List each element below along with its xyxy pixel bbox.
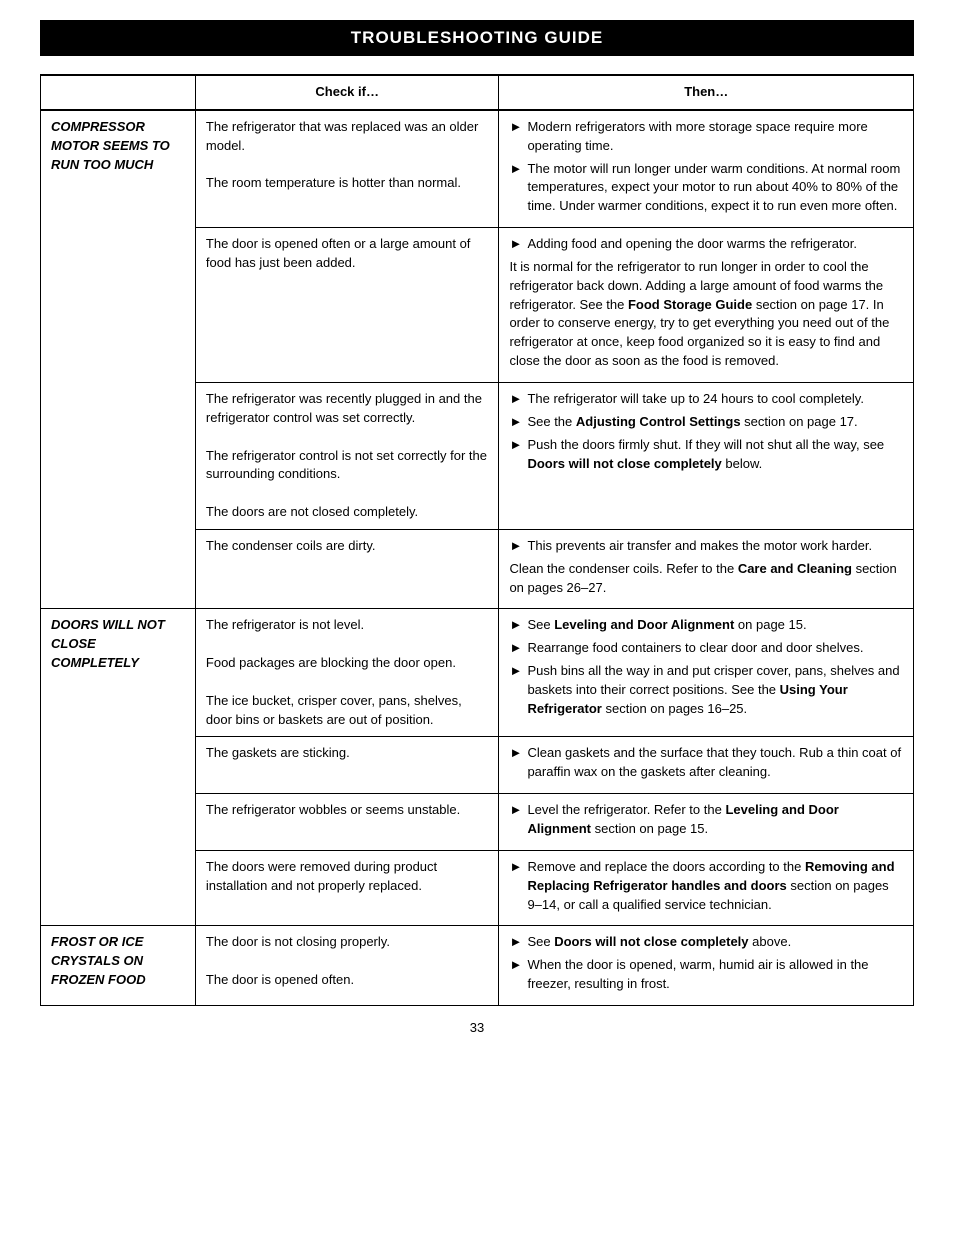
bullet-arrow: ►: [509, 436, 523, 455]
bullet-arrow: ►: [509, 801, 523, 820]
col-check-header: Check if…: [195, 75, 499, 110]
then-item: ►Rearrange food containers to clear door…: [509, 639, 903, 658]
check-cell: The refrigerator that was replaced was a…: [195, 110, 499, 228]
then-cell: ►Clean gaskets and the surface that they…: [499, 737, 914, 794]
then-text: Remove and replace the doors according t…: [527, 858, 903, 915]
bullet-arrow: ►: [509, 639, 523, 658]
check-cell: The refrigerator wobbles or seems unstab…: [195, 794, 499, 851]
check-cell: The door is not closing properly.The doo…: [195, 926, 499, 1006]
then-text: See the Adjusting Control Settings secti…: [527, 413, 903, 432]
then-item: ►The refrigerator will take up to 24 hou…: [509, 390, 903, 409]
then-item: ►Push the doors firmly shut. If they wil…: [509, 436, 903, 474]
check-cell: The doors were removed during product in…: [195, 850, 499, 926]
then-cell: ►The refrigerator will take up to 24 hou…: [499, 382, 914, 529]
then-item: ►This prevents air transfer and makes th…: [509, 537, 903, 556]
then-item: ►Remove and replace the doors according …: [509, 858, 903, 915]
bullet-arrow: ►: [509, 118, 523, 137]
then-cell: ►Adding food and opening the door warms …: [499, 228, 914, 383]
page-title: TROUBLESHOOTING GUIDE: [40, 20, 914, 56]
table-row: COMPRESSOR MOTOR SEEMS TO RUN TOO MUCHTh…: [41, 110, 914, 228]
check-cell: The condenser coils are dirty.: [195, 529, 499, 609]
then-item: It is normal for the refrigerator to run…: [509, 258, 903, 371]
bullet-arrow: ►: [509, 235, 523, 254]
then-item: ►Clean gaskets and the surface that they…: [509, 744, 903, 782]
then-item: ►See Leveling and Door Alignment on page…: [509, 616, 903, 635]
issue-cell: DOORS WILL NOT CLOSE COMPLETELY: [41, 609, 196, 926]
bullet-arrow: ►: [509, 413, 523, 432]
then-item: ►Adding food and opening the door warms …: [509, 235, 903, 254]
then-item: ►Push bins all the way in and put crispe…: [509, 662, 903, 719]
page-number: 33: [40, 1020, 914, 1035]
then-text: Push bins all the way in and put crisper…: [527, 662, 903, 719]
issue-cell: COMPRESSOR MOTOR SEEMS TO RUN TOO MUCH: [41, 110, 196, 609]
bullet-arrow: ►: [509, 537, 523, 556]
bullet-arrow: ►: [509, 744, 523, 763]
then-item: ►Level the refrigerator. Refer to the Le…: [509, 801, 903, 839]
bullet-arrow: ►: [509, 956, 523, 975]
then-text: See Doors will not close completely abov…: [527, 933, 903, 952]
then-text: This prevents air transfer and makes the…: [527, 537, 903, 556]
bullet-arrow: ►: [509, 662, 523, 681]
bullet-arrow: ►: [509, 390, 523, 409]
table-row: DOORS WILL NOT CLOSE COMPLETELYThe refri…: [41, 609, 914, 737]
then-item: Clean the condenser coils. Refer to the …: [509, 560, 903, 598]
then-text: Adding food and opening the door warms t…: [527, 235, 903, 254]
issue-cell: FROST OR ICE CRYSTALS ON FROZEN FOOD: [41, 926, 196, 1006]
then-cell: ►This prevents air transfer and makes th…: [499, 529, 914, 609]
then-text: Level the refrigerator. Refer to the Lev…: [527, 801, 903, 839]
then-cell: ►Remove and replace the doors according …: [499, 850, 914, 926]
check-cell: The refrigerator was recently plugged in…: [195, 382, 499, 529]
then-item: ►See the Adjusting Control Settings sect…: [509, 413, 903, 432]
check-cell: The gaskets are sticking.: [195, 737, 499, 794]
then-text: See Leveling and Door Alignment on page …: [527, 616, 903, 635]
then-cell: ►Modern refrigerators with more storage …: [499, 110, 914, 228]
col-then-header: Then…: [499, 75, 914, 110]
then-cell: ►See Doors will not close completely abo…: [499, 926, 914, 1006]
table-row: FROST OR ICE CRYSTALS ON FROZEN FOODThe …: [41, 926, 914, 1006]
then-text: Modern refrigerators with more storage s…: [527, 118, 903, 156]
then-text: Rearrange food containers to clear door …: [527, 639, 903, 658]
bullet-arrow: ►: [509, 933, 523, 952]
bullet-arrow: ►: [509, 858, 523, 877]
then-text: When the door is opened, warm, humid air…: [527, 956, 903, 994]
check-cell: The door is opened often or a large amou…: [195, 228, 499, 383]
then-text: The refrigerator will take up to 24 hour…: [527, 390, 903, 409]
then-text: Push the doors firmly shut. If they will…: [527, 436, 903, 474]
then-item: ►Modern refrigerators with more storage …: [509, 118, 903, 156]
bullet-arrow: ►: [509, 160, 523, 179]
guide-table: Check if… Then… COMPRESSOR MOTOR SEEMS T…: [40, 74, 914, 1006]
then-text: The motor will run longer under warm con…: [527, 160, 903, 217]
check-cell: The refrigerator is not level.Food packa…: [195, 609, 499, 737]
bullet-arrow: ►: [509, 616, 523, 635]
then-cell: ►Level the refrigerator. Refer to the Le…: [499, 794, 914, 851]
then-text: Clean gaskets and the surface that they …: [527, 744, 903, 782]
then-item: ►See Doors will not close completely abo…: [509, 933, 903, 952]
then-cell: ►See Leveling and Door Alignment on page…: [499, 609, 914, 737]
col-issue-header: [41, 75, 196, 110]
then-item: ►The motor will run longer under warm co…: [509, 160, 903, 217]
then-item: ►When the door is opened, warm, humid ai…: [509, 956, 903, 994]
